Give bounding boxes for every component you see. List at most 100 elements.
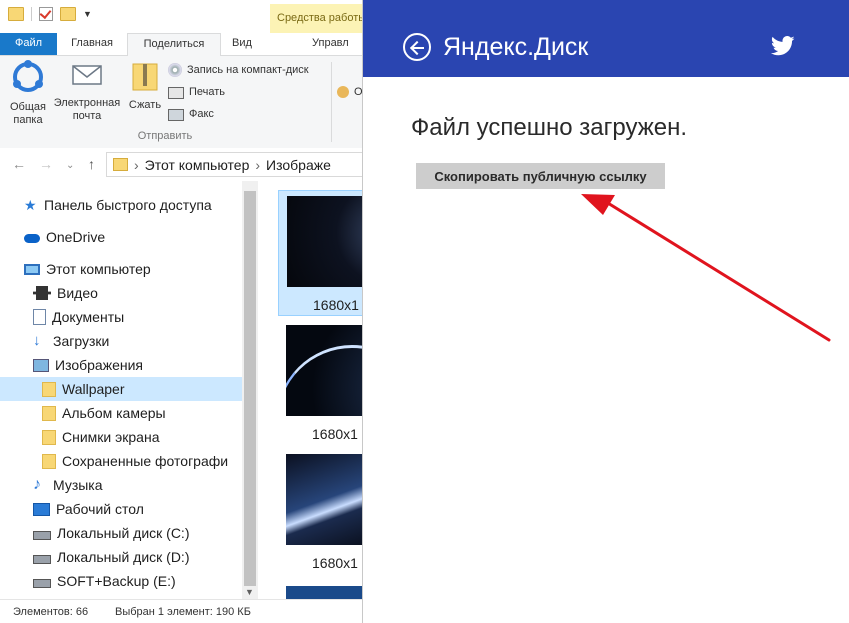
tree-item-wallpaper[interactable]: Wallpaper xyxy=(0,377,242,401)
up-arrow-icon[interactable]: ↑ xyxy=(88,156,95,172)
users-icon xyxy=(337,86,349,98)
tree-item-label: Wallpaper xyxy=(62,381,125,397)
folder-icon xyxy=(42,405,56,421)
file-name: 1680x1 xyxy=(312,426,358,442)
status-bar: Элементов: 66 Выбран 1 элемент: 190 КБ xyxy=(0,599,362,623)
computer-icon xyxy=(24,263,40,275)
printer-icon xyxy=(168,87,184,99)
fax-button[interactable]: Факс xyxy=(168,105,214,123)
image-preview xyxy=(287,196,362,287)
drive-icon xyxy=(33,555,51,564)
tree-item-drive-c[interactable]: Локальный диск (C:) xyxy=(33,521,190,545)
file-thumbnail[interactable]: 1680x1 xyxy=(278,320,362,444)
scroll-down-arrow-icon[interactable]: ▼ xyxy=(245,587,254,597)
tree-item-quick-access[interactable]: ★ Панель быстрого доступа xyxy=(24,193,212,217)
tree-item-this-pc[interactable]: Этот компьютер xyxy=(24,257,151,281)
context-tab-header: Средства работы xyxy=(270,4,362,33)
folder-icon xyxy=(113,158,128,171)
tree-item-label: SOFT+Backup (E:) xyxy=(57,573,176,589)
breadcrumb-separator: › xyxy=(255,156,261,173)
customize-toolbar-icon[interactable]: ▼ xyxy=(83,9,92,19)
tree-item-label: Этот компьютер xyxy=(46,261,151,277)
file-thumbnail[interactable] xyxy=(278,581,362,599)
breadcrumb-separator: › xyxy=(134,156,139,173)
title-bar: ▼ Средства работы xyxy=(0,0,362,33)
email-icon xyxy=(72,65,102,85)
file-thumbnail[interactable]: 1680x1 xyxy=(278,190,362,316)
tree-item-label: Рабочий стол xyxy=(56,501,144,517)
folder-icon xyxy=(42,381,56,397)
tree-item-drive-e[interactable]: SOFT+Backup (E:) xyxy=(33,569,176,593)
tab-view[interactable]: Вид xyxy=(219,33,265,55)
back-arrow-icon[interactable]: ← xyxy=(12,156,26,172)
breadcrumb-pictures[interactable]: Изображе xyxy=(266,157,331,173)
ribbon-tabs: Файл Главная Поделиться Вид Управл xyxy=(0,33,362,56)
tree-item-label: Изображения xyxy=(55,357,143,373)
scrollbar-thumb[interactable] xyxy=(244,191,256,586)
file-list-pane: 1680x1 1680x1 1680x1 xyxy=(258,181,362,599)
email-button[interactable]: Электронная почта xyxy=(50,60,124,123)
upload-success-message: Файл успешно загружен. xyxy=(411,114,688,141)
tree-item-label: Панель быстрого доступа xyxy=(44,197,212,213)
navigation-pane: ★ Панель быстрого доступа OneDrive Этот … xyxy=(0,181,258,599)
share-folder-button[interactable]: Общая папка xyxy=(6,60,50,127)
document-icon xyxy=(33,309,46,325)
tree-item-onedrive[interactable]: OneDrive xyxy=(24,225,105,249)
music-note-icon: ♪ xyxy=(33,476,41,493)
drive-icon xyxy=(33,531,51,540)
star-icon: ★ xyxy=(24,197,37,213)
disc-icon xyxy=(168,63,182,77)
back-button[interactable] xyxy=(403,33,431,61)
folder-icon[interactable] xyxy=(8,7,24,21)
tree-item-music[interactable]: ♪ Музыка xyxy=(33,473,103,497)
red-annotation-arrow xyxy=(581,194,831,342)
breadcrumb-this-pc[interactable]: Этот компьютер xyxy=(145,157,250,173)
fax-label: Факс xyxy=(189,108,214,120)
tab-home[interactable]: Главная xyxy=(57,33,127,55)
address-bar[interactable]: › Этот компьютер › Изображе xyxy=(106,152,362,177)
burn-disc-button[interactable]: Запись на компакт-диск xyxy=(168,61,309,79)
tree-item-label: Музыка xyxy=(53,477,103,493)
twitter-icon[interactable] xyxy=(771,36,795,56)
tab-share[interactable]: Поделиться xyxy=(127,33,221,56)
tree-item-label: Загрузки xyxy=(53,333,110,349)
tree-item-videos[interactable]: Видео xyxy=(33,281,98,305)
zip-button[interactable]: Сжать xyxy=(126,60,164,112)
remove-access-button[interactable]: О xyxy=(337,83,363,101)
drive-icon xyxy=(33,579,51,588)
copy-public-link-button[interactable]: Скопировать публичную ссылку xyxy=(416,163,665,189)
file-thumbnail[interactable]: 1680x1 xyxy=(278,449,362,573)
tree-item-saved-pictures[interactable]: Сохраненные фотографи xyxy=(42,449,228,473)
film-icon xyxy=(33,286,51,300)
tree-item-label: Видео xyxy=(57,285,98,301)
folder-icon xyxy=(42,429,56,445)
new-folder-icon[interactable] xyxy=(60,7,76,21)
toolbar-separator xyxy=(31,7,32,21)
print-button[interactable]: Печать xyxy=(168,83,225,101)
tree-item-screenshots[interactable]: Снимки экрана xyxy=(42,425,159,449)
print-label: Печать xyxy=(189,86,226,98)
forward-arrow-icon[interactable]: → xyxy=(39,156,53,172)
tree-item-label: Локальный диск (C:) xyxy=(57,525,190,541)
cloud-icon xyxy=(24,234,40,243)
ribbon-group-label: Отправить xyxy=(137,130,193,142)
recent-dropdown-icon[interactable]: ⌄ xyxy=(66,160,74,171)
burn-disc-label: Запись на компакт-диск xyxy=(187,64,309,76)
tree-item-drive-d[interactable]: Локальный диск (D:) xyxy=(33,545,190,569)
file-name: 1680x1 xyxy=(313,297,359,313)
tree-item-desktop[interactable]: Рабочий стол xyxy=(33,497,144,521)
properties-icon[interactable] xyxy=(39,7,53,21)
ribbon-share-panel: Общая папка Электронная почта Сжать Запи… xyxy=(0,56,362,149)
file-name: 1680x1 xyxy=(312,555,358,571)
desktop-icon xyxy=(33,502,50,516)
tree-item-label: Сохраненные фотографи xyxy=(62,453,229,469)
tree-item-pictures[interactable]: Изображения xyxy=(33,353,143,377)
remove-access-label: О xyxy=(354,86,363,98)
navigation-scrollbar[interactable]: ▼ xyxy=(242,181,258,599)
tree-item-documents[interactable]: Документы xyxy=(33,305,124,329)
tree-item-camera-roll[interactable]: Альбом камеры xyxy=(42,401,166,425)
tab-manage[interactable]: Управл xyxy=(312,33,362,55)
tree-item-downloads[interactable]: ↓ Загрузки xyxy=(33,329,109,353)
context-tab-label: Средства работы xyxy=(277,12,363,24)
tab-file[interactable]: Файл xyxy=(0,33,57,55)
